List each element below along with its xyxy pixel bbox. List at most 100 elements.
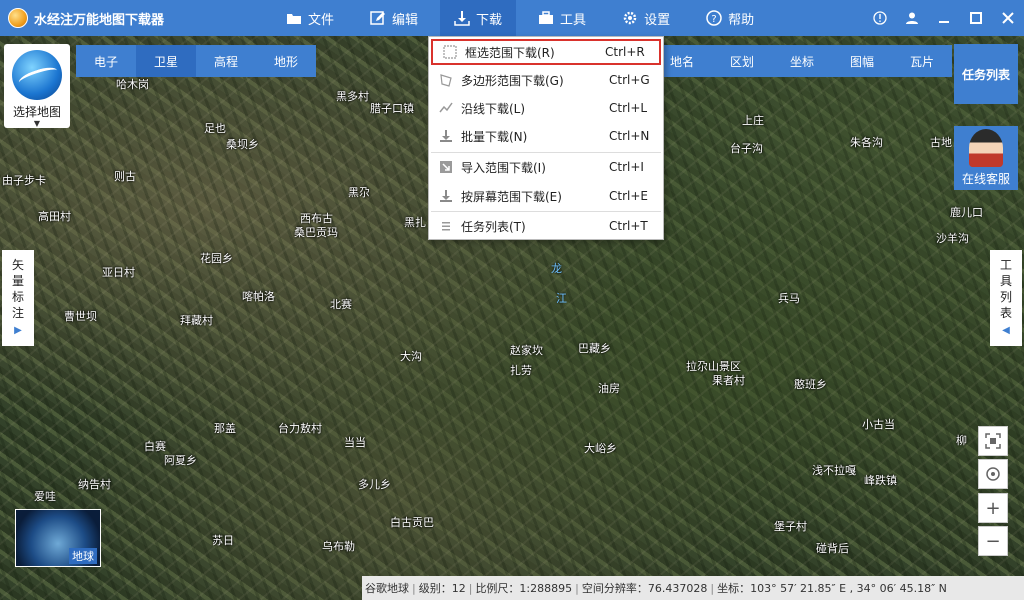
user-button[interactable] [896,0,928,36]
place-label: 浅不拉嘎 [812,464,856,477]
main-menu: 文件 编辑 下载 工具 设置 ? 帮助 [272,0,776,36]
menu-settings[interactable]: 设置 [608,0,684,36]
place-label: 碰背后 [816,542,849,555]
river-label: 江 [556,292,567,305]
menu-separator [431,211,661,212]
menu-help-label: 帮助 [728,12,755,28]
tab-divisions[interactable]: 区划 [712,45,772,77]
tab-sheets[interactable]: 图幅 [832,45,892,77]
place-label: 白赛 [144,440,166,453]
tab-electronic[interactable]: 电子 [76,45,136,77]
title-bar: 水经注万能地图下载器 文件 编辑 下载 工具 设置 ? 帮助 [0,0,1024,36]
side-tab-char: 矢 [11,258,24,272]
task-list-button[interactable]: 任务列表 [954,44,1018,104]
locate-icon [986,467,1000,481]
place-label: 扎劳 [510,364,532,377]
minimize-button[interactable] [928,0,960,36]
zoom-out-button[interactable]: − [978,526,1008,556]
place-label: 腊子口镇 [370,102,414,115]
rectangle-select-icon [441,43,459,61]
place-label: 黑多村 [336,90,369,103]
side-tab-char: 量 [11,274,24,288]
zoom-in-button[interactable]: + [978,493,1008,523]
status-scale: 比例尺：1:288895 [475,582,573,595]
tab-elevation[interactable]: 高程 [196,45,256,77]
place-label: 憨班乡 [794,378,827,391]
place-label: 那盖 [214,422,236,435]
online-service-label: 在线客服 [961,172,1010,186]
menu-settings-label: 设置 [644,12,671,28]
menu-download[interactable]: 下载 [440,0,517,36]
tab-satellite[interactable]: 卫星 [136,45,196,77]
list-icon [437,217,455,235]
place-label: 则古 [114,170,136,183]
side-tab-char: 注 [11,306,24,320]
map-source-selector[interactable]: 选择地图 ▼ [4,44,70,128]
side-tab-char: 标 [11,290,24,304]
place-label: 花园乡 [200,252,233,265]
menu-item-label: 批量下载(N) [461,129,528,144]
tool-list-panel-toggle[interactable]: 工 具 列 表 ◀ [990,250,1022,346]
menu-item-shortcut: Ctrl+R [605,45,645,59]
fullscreen-icon [985,433,1001,449]
place-label: 赵家坎 [510,344,543,357]
place-label: 巴藏乡 [578,342,611,355]
menu-file[interactable]: 文件 [272,0,348,36]
menu-item-batch-download[interactable]: 批量下载(N) Ctrl+N [429,123,663,149]
vector-label-panel-toggle[interactable]: 矢 量 标 注 ▶ [2,250,34,346]
place-label: 鹿儿口 [950,206,983,219]
polyline-icon [437,99,455,117]
earth-view-label: 地球 [69,548,97,564]
screen-download-icon [437,187,455,205]
place-label: 大峪乡 [584,442,617,455]
place-label: 上庄 [742,114,764,127]
menu-tools-label: 工具 [560,12,587,28]
close-button[interactable] [992,0,1024,36]
info-button[interactable] [864,0,896,36]
menu-tools[interactable]: 工具 [524,0,600,36]
menu-item-label: 任务列表(T) [461,219,526,234]
chevron-right-icon: ▶ [14,325,22,336]
layer-tabs: 地名 区划 坐标 图幅 瓦片 [652,45,952,77]
place-label: 高田村 [38,210,71,223]
fullscreen-button[interactable] [978,426,1008,456]
menu-help[interactable]: ? 帮助 [692,0,768,36]
place-label: 桑巴贡玛 [294,226,338,239]
menu-item-shortcut: Ctrl+G [609,73,650,87]
menu-item-shortcut: Ctrl+I [609,160,644,174]
menu-item-shortcut: Ctrl+L [609,101,648,115]
place-label: 黑扎 [404,216,426,229]
menu-item-import-range-download[interactable]: 导入范围下载(I) Ctrl+I [429,154,663,180]
earth-view-toggle[interactable]: 地球 [15,509,101,567]
menu-item-line-download[interactable]: 沿线下载(L) Ctrl+L [429,95,663,121]
tab-coordinates[interactable]: 坐标 [772,45,832,77]
status-map-source: 谷歌地球 [365,582,409,595]
side-tab-char: 列 [999,290,1012,304]
side-tab-char: 工 [999,258,1012,272]
place-label: 由子步卡 [2,174,46,187]
menu-item-rectangle-download[interactable]: 框选范围下载(R) Ctrl+R [431,39,661,65]
menu-edit-label: 编辑 [392,12,419,28]
tab-tiles[interactable]: 瓦片 [892,45,952,77]
menu-item-screen-range-download[interactable]: 按屏幕范围下载(E) Ctrl+E [429,183,663,209]
tab-terrain[interactable]: 地形 [256,45,316,77]
menu-item-shortcut: Ctrl+N [609,129,650,143]
place-label: 黑尕 [348,186,370,199]
locate-button[interactable] [978,459,1008,489]
menu-edit[interactable]: 编辑 [356,0,432,36]
side-tab-char: 具 [999,274,1012,288]
info-icon [873,11,887,25]
status-resolution: 空间分辨率：76.437028 [581,582,708,595]
river-label: 龙 [551,262,562,275]
window-controls [864,0,1024,36]
maximize-icon [970,12,982,24]
place-label: 北赛 [330,298,352,311]
online-service-button[interactable]: 在线客服 [954,126,1018,190]
maximize-button[interactable] [960,0,992,36]
menu-item-polygon-download[interactable]: 多边形范围下载(G) Ctrl+G [429,67,663,93]
menu-item-shortcut: Ctrl+E [609,189,648,203]
edit-icon [370,11,386,25]
menu-item-label: 沿线下载(L) [461,101,526,116]
place-label: 大沟 [400,350,422,363]
menu-item-task-list[interactable]: 任务列表(T) Ctrl+T [429,213,663,239]
